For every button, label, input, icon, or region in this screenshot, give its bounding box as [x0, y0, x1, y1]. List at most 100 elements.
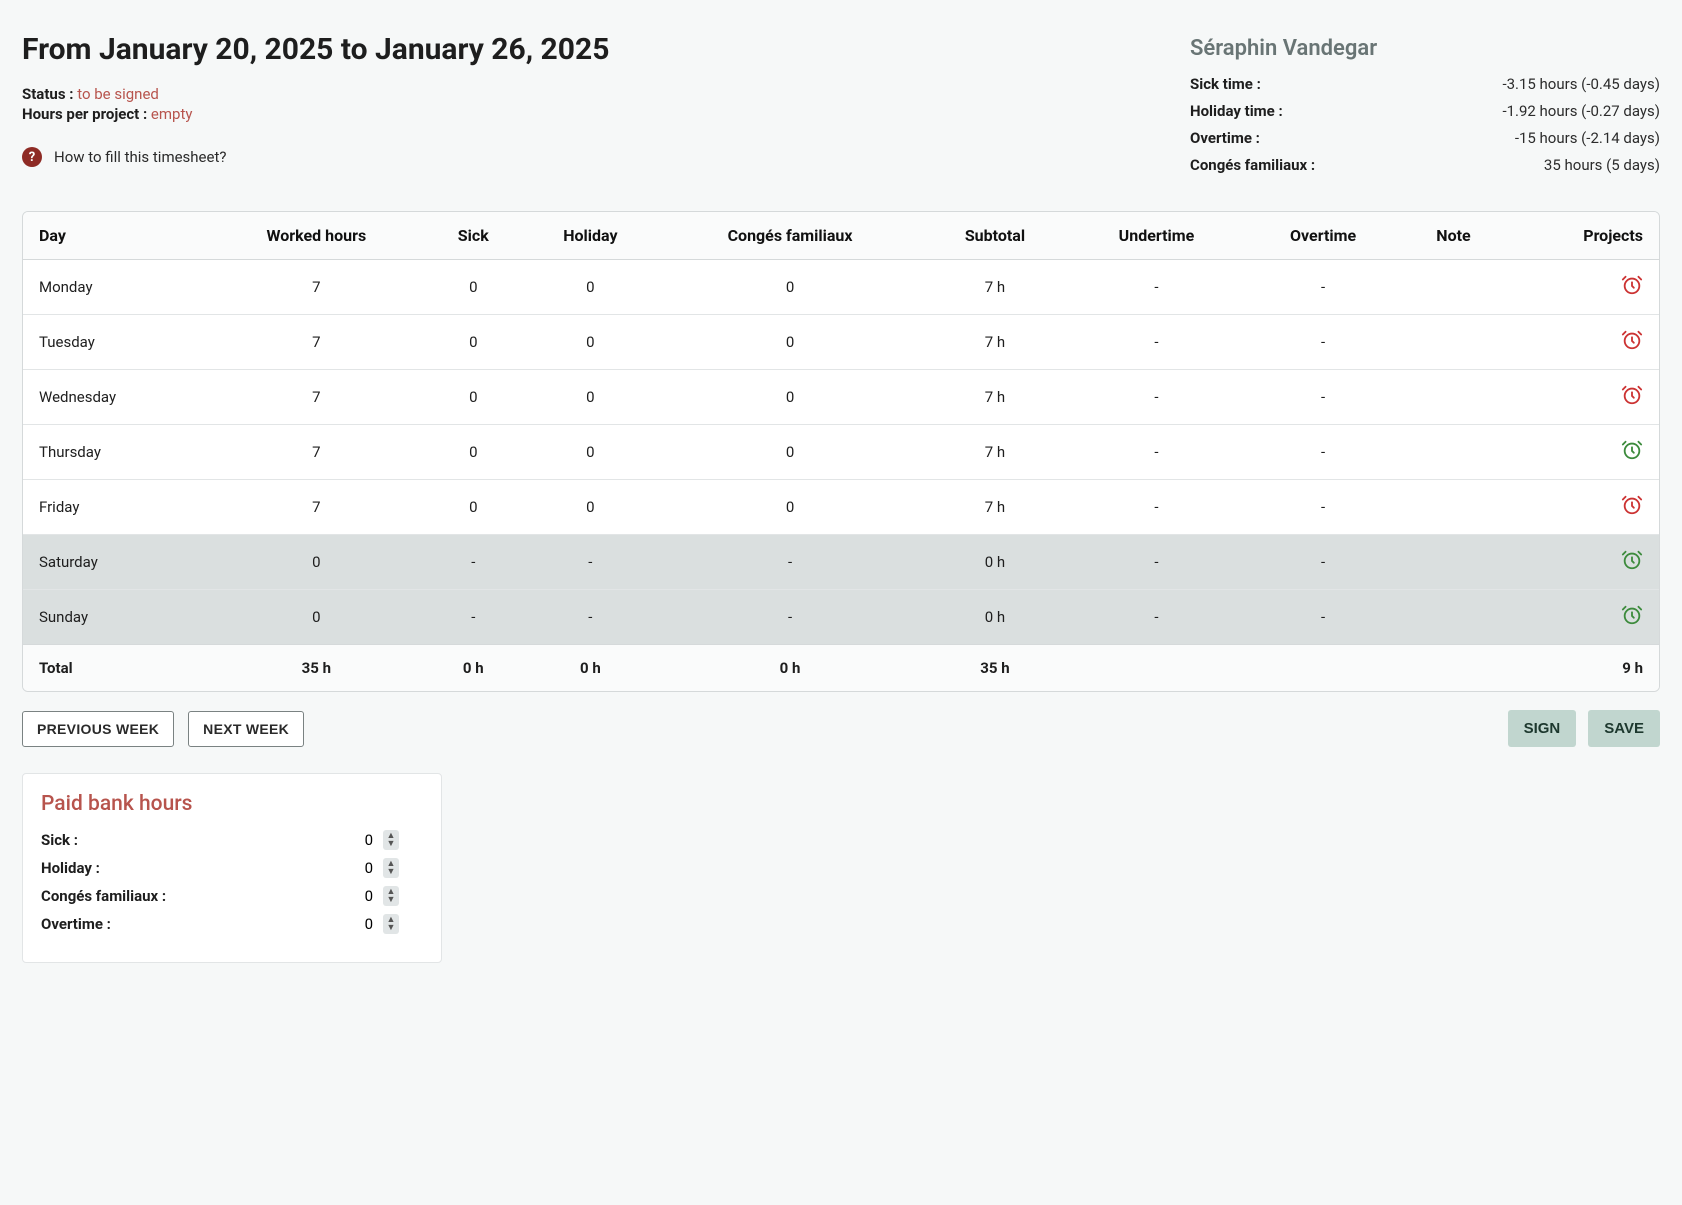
table-row: Friday70007 h--: [23, 480, 1659, 535]
stepper-icon[interactable]: ▲▼: [383, 858, 399, 878]
table-cell: 7 h: [921, 425, 1069, 480]
bank-input[interactable]: [265, 914, 375, 934]
alarm-clock-icon[interactable]: [1621, 604, 1643, 626]
column-header: Day: [23, 212, 208, 260]
save-button[interactable]: SAVE: [1588, 710, 1660, 747]
alarm-clock-icon[interactable]: [1621, 494, 1643, 516]
alarm-clock-icon[interactable]: [1621, 549, 1643, 571]
column-header: Subtotal: [921, 212, 1069, 260]
paid-bank-hours-panel: Paid bank hours Sick : ▲▼ Holiday : ▲▼ C…: [22, 773, 442, 963]
table-row: Sunday0---0 h--: [23, 590, 1659, 645]
total-cell: [1069, 645, 1244, 692]
column-header: Congés familiaux: [659, 212, 921, 260]
table-cell[interactable]: 0: [659, 370, 921, 425]
total-cell: 0 h: [425, 645, 522, 692]
projects-cell[interactable]: [1505, 535, 1659, 590]
table-cell[interactable]: 0: [659, 480, 921, 535]
bank-label: Holiday :: [41, 859, 257, 877]
table-cell: -: [1244, 315, 1402, 370]
column-header: Undertime: [1069, 212, 1244, 260]
hours-per-project-label: Hours per project :: [22, 105, 147, 123]
table-cell[interactable]: 7: [208, 480, 425, 535]
table-cell[interactable]: 0: [522, 260, 660, 315]
column-header: Sick: [425, 212, 522, 260]
bank-input[interactable]: [265, 858, 375, 878]
table-cell: 0: [208, 535, 425, 590]
bank-label: Congés familiaux :: [41, 887, 257, 905]
total-cell: [1402, 645, 1505, 692]
alarm-clock-icon[interactable]: [1621, 384, 1643, 406]
stepper-icon[interactable]: ▲▼: [383, 886, 399, 906]
table-cell[interactable]: 0: [522, 370, 660, 425]
column-header: Worked hours: [208, 212, 425, 260]
table-cell: [1402, 260, 1505, 315]
alarm-clock-icon[interactable]: [1621, 274, 1643, 296]
help-icon[interactable]: ?: [22, 147, 42, 167]
help-text[interactable]: How to fill this timesheet?: [54, 148, 226, 166]
table-cell[interactable]: 0: [659, 425, 921, 480]
table-cell: Tuesday: [23, 315, 208, 370]
projects-cell[interactable]: [1505, 425, 1659, 480]
projects-cell[interactable]: [1505, 370, 1659, 425]
total-cell: 9 h: [1505, 645, 1659, 692]
previous-week-button[interactable]: PREVIOUS WEEK: [22, 711, 174, 747]
table-cell[interactable]: 0: [425, 315, 522, 370]
table-cell: 7 h: [921, 480, 1069, 535]
table-cell: -: [1069, 260, 1244, 315]
table-cell: Sunday: [23, 590, 208, 645]
table-cell: [1402, 590, 1505, 645]
table-cell[interactable]: 0: [522, 480, 660, 535]
table-cell: -: [1069, 480, 1244, 535]
alarm-clock-icon[interactable]: [1621, 439, 1643, 461]
table-cell[interactable]: 0: [659, 315, 921, 370]
sign-button[interactable]: SIGN: [1508, 710, 1577, 747]
projects-cell[interactable]: [1505, 590, 1659, 645]
table-cell[interactable]: 0: [659, 260, 921, 315]
page-title: From January 20, 2025 to January 26, 202…: [22, 32, 1150, 67]
total-cell: 35 h: [921, 645, 1069, 692]
bank-input[interactable]: [265, 886, 375, 906]
table-cell[interactable]: 0: [425, 480, 522, 535]
table-cell: -: [425, 590, 522, 645]
table-cell: Monday: [23, 260, 208, 315]
table-cell: Thursday: [23, 425, 208, 480]
table-cell: -: [1244, 425, 1402, 480]
table-cell: 7 h: [921, 370, 1069, 425]
table-cell: [1402, 425, 1505, 480]
table-cell: 7 h: [921, 260, 1069, 315]
user-name: Séraphin Vandegar: [1190, 36, 1660, 61]
table-cell: -: [1069, 425, 1244, 480]
table-cell: 7 h: [921, 315, 1069, 370]
summary-label: Holiday time :: [1190, 102, 1283, 120]
table-cell[interactable]: 0: [522, 315, 660, 370]
table-cell[interactable]: 7: [208, 260, 425, 315]
table-cell[interactable]: 7: [208, 315, 425, 370]
projects-cell[interactable]: [1505, 480, 1659, 535]
table-cell: -: [1244, 590, 1402, 645]
stepper-icon[interactable]: ▲▼: [383, 914, 399, 934]
table-cell: -: [1069, 315, 1244, 370]
table-row: Monday70007 h--: [23, 260, 1659, 315]
alarm-clock-icon[interactable]: [1621, 329, 1643, 351]
table-cell[interactable]: 0: [425, 260, 522, 315]
table-cell[interactable]: 0: [522, 425, 660, 480]
column-header: Overtime: [1244, 212, 1402, 260]
next-week-button[interactable]: NEXT WEEK: [188, 711, 304, 747]
table-cell[interactable]: 0: [425, 370, 522, 425]
projects-cell[interactable]: [1505, 315, 1659, 370]
table-cell[interactable]: 7: [208, 425, 425, 480]
bank-input[interactable]: [265, 830, 375, 850]
paid-bank-hours-title: Paid bank hours: [41, 792, 423, 816]
table-row: Wednesday70007 h--: [23, 370, 1659, 425]
projects-cell[interactable]: [1505, 260, 1659, 315]
total-cell: [1244, 645, 1402, 692]
table-cell: -: [1069, 535, 1244, 590]
table-cell: -: [659, 590, 921, 645]
total-cell: 35 h: [208, 645, 425, 692]
table-cell[interactable]: 0: [425, 425, 522, 480]
table-cell: -: [1244, 480, 1402, 535]
table-cell[interactable]: 7: [208, 370, 425, 425]
table-cell: -: [425, 535, 522, 590]
stepper-icon[interactable]: ▲▼: [383, 830, 399, 850]
total-cell: Total: [23, 645, 208, 692]
